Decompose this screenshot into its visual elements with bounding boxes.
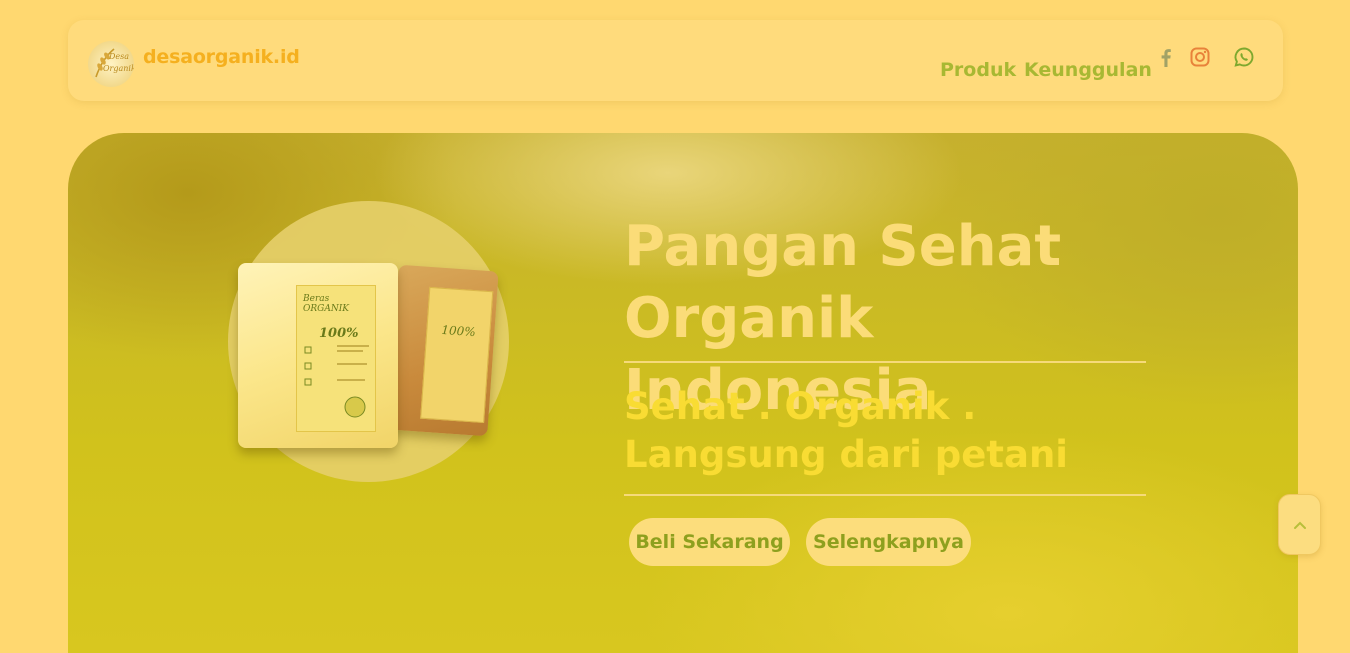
hero-subtitle-line1: Sehat . Organik . (624, 385, 977, 428)
hero-subtitle: Sehat . Organik . Langsung dari petani (624, 383, 1144, 479)
buy-now-button[interactable]: Beli Sekarang (629, 518, 790, 566)
product-label-text: Beras ORGANIK (303, 294, 349, 314)
divider-bottom (624, 494, 1146, 496)
nav-link-keunggulan[interactable]: Keunggulan (1024, 59, 1152, 81)
product-image-brown-rice: 100% (387, 264, 499, 437)
instagram-icon[interactable] (1189, 46, 1211, 68)
scroll-to-top-button[interactable] (1278, 494, 1321, 555)
product-badge-back: 100% (440, 322, 477, 340)
product-label-back: 100% (420, 286, 494, 424)
product-image-white-rice: Beras ORGANIK 100% (238, 263, 398, 448)
hero-title-line1: Pangan Sehat (624, 214, 1062, 279)
divider-top (624, 361, 1146, 363)
brand-name[interactable]: desaorganik.id (143, 46, 300, 68)
product-label: Beras ORGANIK 100% (296, 285, 376, 432)
hero-subtitle-line2: Langsung dari petani (624, 433, 1068, 476)
chevron-up-icon (1293, 521, 1306, 529)
logo[interactable]: Desa Organik (88, 41, 134, 87)
facebook-icon[interactable] (1155, 46, 1177, 68)
logo-text-line2: Organik (103, 64, 134, 73)
logo-text-line1: Desa (109, 52, 130, 61)
nav-link-produk[interactable]: Produk (940, 59, 1016, 81)
whatsapp-icon[interactable] (1233, 46, 1255, 68)
hero-section: 100% Beras ORGANIK 100% Pangan Sehat Org… (68, 133, 1298, 653)
check-list-icon (304, 345, 369, 418)
navbar: Desa Organik desaorganik.id Produk Keung… (68, 20, 1283, 101)
product-badge: 100% (319, 326, 359, 341)
learn-more-button[interactable]: Selengkapnya (806, 518, 971, 566)
